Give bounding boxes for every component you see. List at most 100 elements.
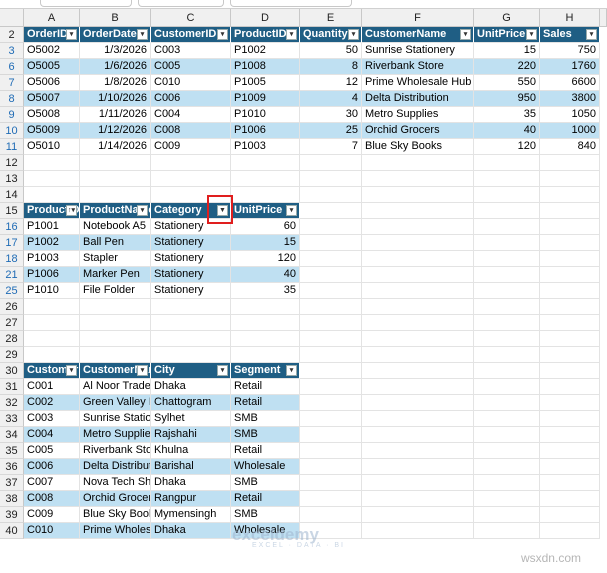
customers-cell[interactable]: Metro Supplies (80, 427, 151, 443)
row-header-39[interactable]: 39 (0, 507, 24, 523)
customers-cell[interactable]: Riverbank Store (80, 443, 151, 459)
customers-cell[interactable]: C003 (24, 411, 80, 427)
empty-cell[interactable] (540, 379, 600, 395)
empty-cell[interactable] (540, 363, 600, 379)
empty-cell[interactable] (24, 315, 80, 331)
customers-cell[interactable]: Chattogram (151, 395, 231, 411)
customers-cell[interactable]: SMB (231, 475, 300, 491)
empty-cell[interactable] (300, 299, 362, 315)
empty-cell[interactable] (540, 187, 600, 203)
orders-cell[interactable]: O5007 (24, 91, 80, 107)
orders-cell[interactable]: 15 (474, 43, 540, 59)
empty-cell[interactable] (300, 347, 362, 363)
dropdown-arrow-icon[interactable]: ▾ (526, 29, 537, 40)
dropdown-arrow-icon[interactable]: ▾ (137, 29, 148, 40)
dropdown-arrow-icon[interactable]: ▾ (348, 29, 359, 40)
empty-cell[interactable] (474, 187, 540, 203)
row-header-32[interactable]: 32 (0, 395, 24, 411)
dropdown-arrow-icon[interactable]: ▾ (66, 365, 77, 376)
products-cell[interactable]: Stationery (151, 251, 231, 267)
orders-cell[interactable]: 950 (474, 91, 540, 107)
customers-header-3[interactable]: Segment ▾ (231, 363, 300, 379)
empty-cell[interactable] (540, 315, 600, 331)
row-header-34[interactable]: 34 (0, 427, 24, 443)
orders-cell[interactable]: 8 (300, 59, 362, 75)
customers-cell[interactable]: SMB (231, 411, 300, 427)
empty-cell[interactable] (474, 427, 540, 443)
empty-cell[interactable] (80, 331, 151, 347)
orders-cell[interactable]: C009 (151, 139, 231, 155)
customers-cell[interactable]: Retail (231, 379, 300, 395)
products-cell[interactable]: 35 (231, 283, 300, 299)
products-cell[interactable]: Stapler (80, 251, 151, 267)
customers-cell[interactable]: Blue Sky Books (80, 507, 151, 523)
empty-cell[interactable] (362, 491, 474, 507)
empty-cell[interactable] (24, 155, 80, 171)
orders-cell[interactable]: Sunrise Stationery (362, 43, 474, 59)
customers-cell[interactable]: Green Valley Mart (80, 395, 151, 411)
row-header-14[interactable]: 14 (0, 187, 24, 203)
orders-cell[interactable]: Prime Wholesale Hub (362, 75, 474, 91)
orders-cell[interactable]: C003 (151, 43, 231, 59)
empty-cell[interactable] (300, 459, 362, 475)
orders-cell[interactable]: 840 (540, 139, 600, 155)
orders-cell[interactable]: C005 (151, 59, 231, 75)
empty-cell[interactable] (151, 315, 231, 331)
empty-cell[interactable] (474, 171, 540, 187)
orders-cell[interactable]: P1003 (231, 139, 300, 155)
empty-cell[interactable] (24, 187, 80, 203)
customers-cell[interactable]: Mymensingh (151, 507, 231, 523)
empty-cell[interactable] (24, 299, 80, 315)
empty-cell[interactable] (362, 299, 474, 315)
row-header-7[interactable]: 7 (0, 75, 24, 91)
sheet-tab[interactable] (40, 0, 132, 7)
empty-cell[interactable] (362, 395, 474, 411)
row-header-18[interactable]: 18 (0, 251, 24, 267)
dropdown-arrow-icon[interactable]: ▾ (286, 205, 297, 216)
column-header-d[interactable]: D (231, 9, 300, 27)
customers-cell[interactable]: SMB (231, 427, 300, 443)
empty-cell[interactable] (151, 299, 231, 315)
empty-cell[interactable] (300, 507, 362, 523)
empty-cell[interactable] (362, 379, 474, 395)
empty-cell[interactable] (474, 267, 540, 283)
empty-cell[interactable] (474, 347, 540, 363)
empty-cell[interactable] (300, 315, 362, 331)
orders-cell[interactable]: O5005 (24, 59, 80, 75)
empty-cell[interactable] (80, 155, 151, 171)
empty-cell[interactable] (300, 251, 362, 267)
dropdown-arrow-icon[interactable]: ▾ (286, 29, 297, 40)
dropdown-arrow-icon[interactable]: ▾ (460, 29, 471, 40)
row-header-2[interactable]: 2 (0, 27, 24, 43)
empty-cell[interactable] (300, 379, 362, 395)
orders-cell[interactable]: 220 (474, 59, 540, 75)
customers-cell[interactable]: Barishal (151, 459, 231, 475)
empty-cell[interactable] (300, 235, 362, 251)
empty-cell[interactable] (540, 411, 600, 427)
empty-cell[interactable] (362, 235, 474, 251)
customers-cell[interactable]: Al Noor Traders (80, 379, 151, 395)
row-header-38[interactable]: 38 (0, 491, 24, 507)
empty-cell[interactable] (362, 331, 474, 347)
dropdown-arrow-icon[interactable]: ▾ (66, 29, 77, 40)
empty-cell[interactable] (362, 203, 474, 219)
empty-cell[interactable] (474, 331, 540, 347)
orders-cell[interactable]: P1006 (231, 123, 300, 139)
column-header-c[interactable]: C (151, 9, 231, 27)
empty-cell[interactable] (474, 411, 540, 427)
products-cell[interactable]: 120 (231, 251, 300, 267)
empty-cell[interactable] (540, 331, 600, 347)
orders-header-4[interactable]: Quantity ▾ (300, 27, 362, 43)
row-header-25[interactable]: 25 (0, 283, 24, 299)
empty-cell[interactable] (474, 459, 540, 475)
empty-cell[interactable] (80, 299, 151, 315)
empty-cell[interactable] (300, 283, 362, 299)
empty-cell[interactable] (540, 395, 600, 411)
orders-cell[interactable]: P1008 (231, 59, 300, 75)
orders-cell[interactable]: 1/12/2026 (80, 123, 151, 139)
orders-cell[interactable]: O5009 (24, 123, 80, 139)
customers-cell[interactable]: Wholesale (231, 459, 300, 475)
orders-header-0[interactable]: OrderID ▾ (24, 27, 80, 43)
empty-cell[interactable] (474, 523, 540, 539)
empty-cell[interactable] (474, 155, 540, 171)
